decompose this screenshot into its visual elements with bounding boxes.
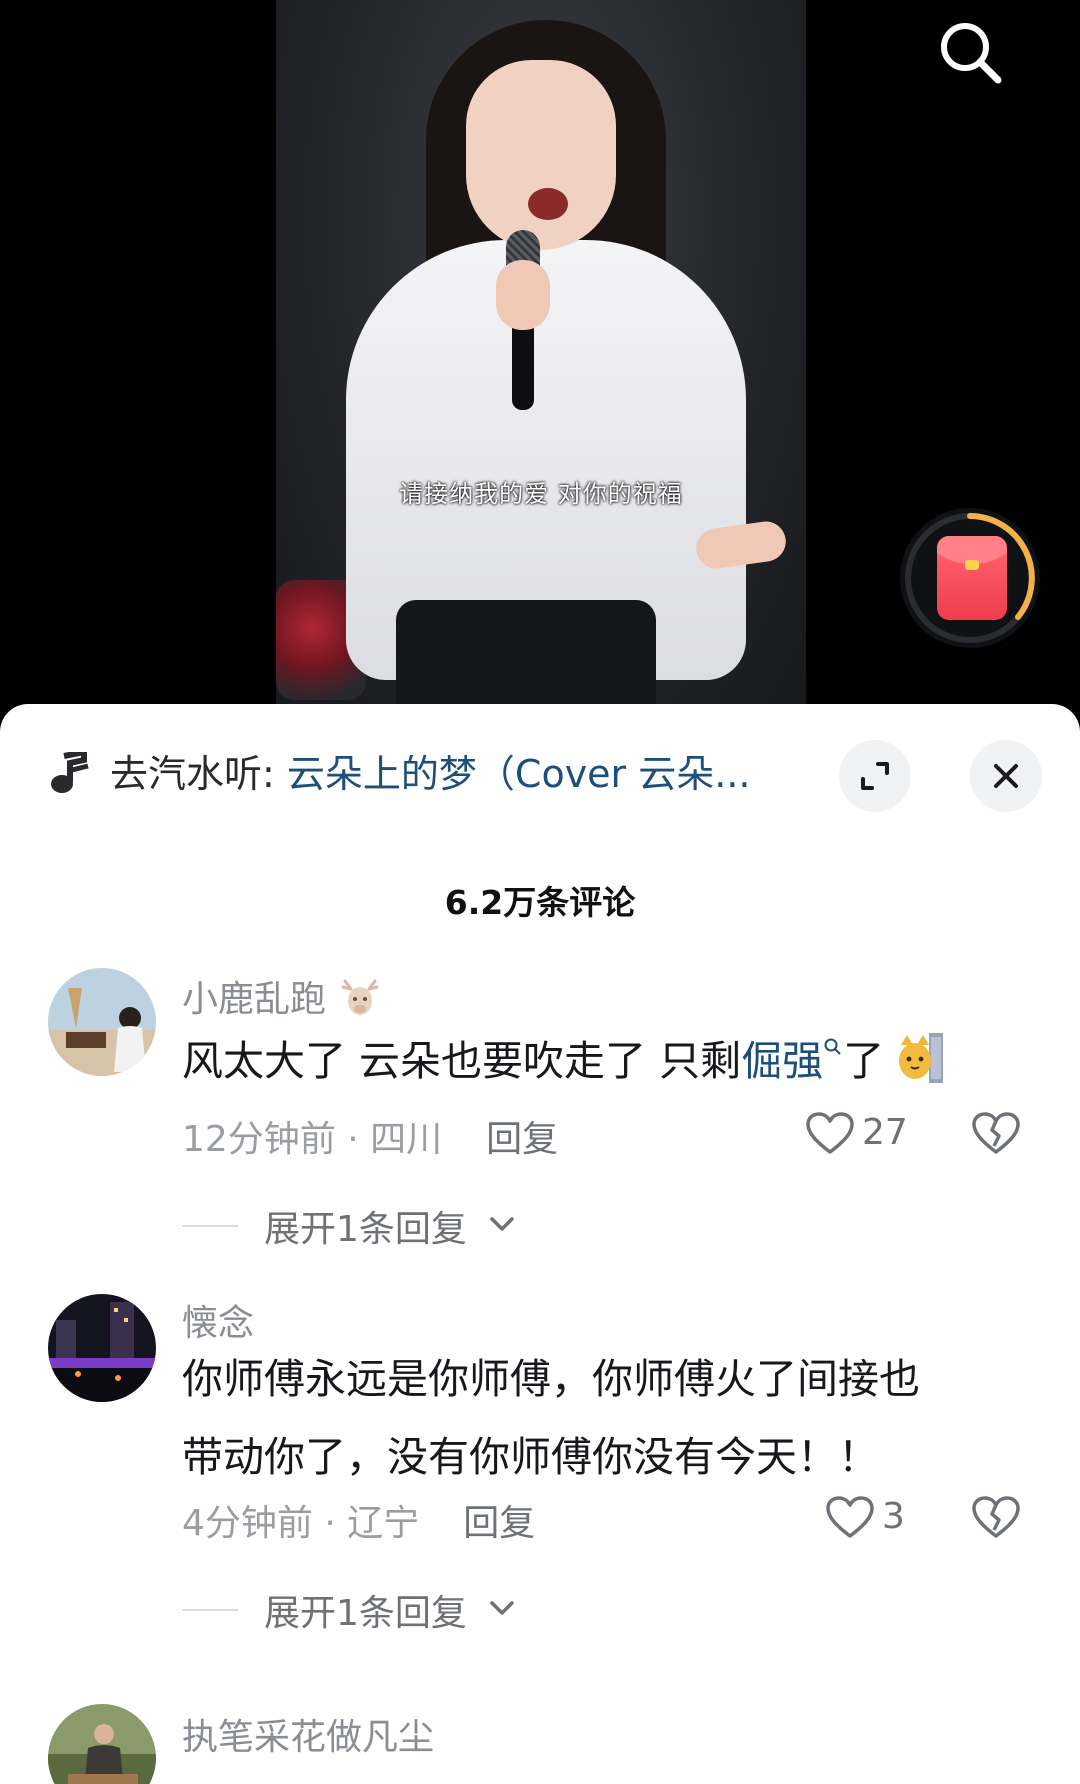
video-player[interactable]: 请接纳我的爱 对你的祝福 — [0, 0, 1080, 720]
comment-time: 12分钟前 — [182, 1119, 336, 1160]
expand-replies-label[interactable]: 展开1条回复 — [264, 1584, 467, 1636]
video-subtitle: 请接纳我的爱 对你的祝福 — [399, 480, 683, 508]
broken-heart-icon — [972, 1112, 1020, 1154]
comment-username[interactable]: 执笔采花做凡尘 — [182, 1708, 434, 1760]
close-icon — [994, 764, 1018, 788]
comment-text: 你师傅永远是你师傅，你师傅火了间接也 带动你了，没有你师傅你没有今天！！ — [182, 1355, 920, 1481]
cat-peek-emoji-icon — [899, 1033, 944, 1083]
dislike-button[interactable] — [972, 1496, 1028, 1552]
like-button[interactable]: 3 — [826, 1492, 936, 1548]
divider — [182, 1225, 238, 1227]
comment-username[interactable]: 懐念 — [182, 1294, 254, 1346]
music-link-text[interactable]: 去汽水听: 云朵上的梦（Cover 云朵... — [110, 750, 810, 798]
video-frame[interactable] — [276, 0, 806, 720]
red-packet-button[interactable] — [900, 508, 1040, 648]
reply-button[interactable]: 回复 — [486, 1119, 558, 1160]
expand-icon — [861, 762, 889, 790]
comment-item: 小鹿乱跑 风太大了 云朵也要吹走了 只剩倔强了 12分钟前 · 四川 回复 27… — [0, 962, 1080, 1262]
deer-emoji-icon — [341, 979, 379, 1015]
singer-mouth-shape — [528, 188, 568, 220]
search-button[interactable] — [934, 16, 1008, 90]
comment-item: 懐念 你师傅永远是你师傅，你师傅火了间接也 带动你了，没有你师傅你没有今天！！ … — [0, 1294, 1080, 1674]
comment-username[interactable]: 小鹿乱跑 — [182, 970, 383, 1022]
singer-pants-shape — [396, 600, 656, 720]
search-mini-icon — [824, 1038, 841, 1055]
dislike-button[interactable] — [972, 1112, 1028, 1168]
comment-meta: 12分钟前 · 四川 回复 — [182, 1119, 559, 1160]
comment-text: 风太大了 云朵也要吹走了 只剩倔强了 — [182, 1022, 1022, 1100]
comment-time: 4分钟前 — [182, 1503, 313, 1544]
singer-hand-shape — [496, 260, 550, 330]
like-count: 3 — [882, 1496, 905, 1537]
music-song-title[interactable]: 云朵上的梦（Cover 云朵... — [287, 752, 751, 796]
keyword-search-link[interactable]: 倔强 — [741, 1037, 843, 1085]
broken-heart-icon — [972, 1496, 1020, 1538]
like-count: 27 — [862, 1112, 908, 1153]
search-icon — [941, 23, 1002, 84]
chevron-down-icon — [490, 1217, 514, 1231]
avatar[interactable] — [48, 968, 156, 1076]
heart-icon — [806, 1112, 854, 1154]
avatar[interactable] — [48, 1704, 156, 1784]
comment-count-title: 6.2万条评论 — [444, 883, 636, 922]
expand-replies-label[interactable]: 展开1条回复 — [264, 1200, 467, 1252]
like-button[interactable]: 27 — [806, 1108, 916, 1164]
red-packet-icon — [937, 536, 1007, 620]
comments-sheet: 去汽水听: 云朵上的梦（Cover 云朵... 6.2万条评论 小鹿乱跑 风太大… — [0, 704, 1080, 1784]
music-note-icon — [51, 752, 89, 793]
reply-button[interactable]: 回复 — [463, 1503, 535, 1544]
close-button[interactable] — [970, 740, 1042, 812]
expand-button[interactable] — [839, 740, 911, 812]
comment-location: 四川 — [370, 1119, 443, 1160]
singer-face-shape — [466, 60, 616, 250]
heart-icon — [826, 1496, 874, 1538]
divider — [182, 1609, 238, 1611]
comment-meta: 4分钟前 · 辽宁 回复 — [182, 1503, 536, 1544]
chevron-down-icon — [490, 1601, 514, 1615]
comment-location: 辽宁 — [347, 1503, 420, 1544]
music-link-bar[interactable]: 去汽水听: 云朵上的梦（Cover 云朵... — [0, 704, 1080, 840]
music-link-prefix: 去汽水听: — [110, 752, 275, 796]
avatar[interactable] — [48, 1294, 156, 1402]
comment-item: 执笔采花做凡尘 — [0, 1704, 1080, 1784]
